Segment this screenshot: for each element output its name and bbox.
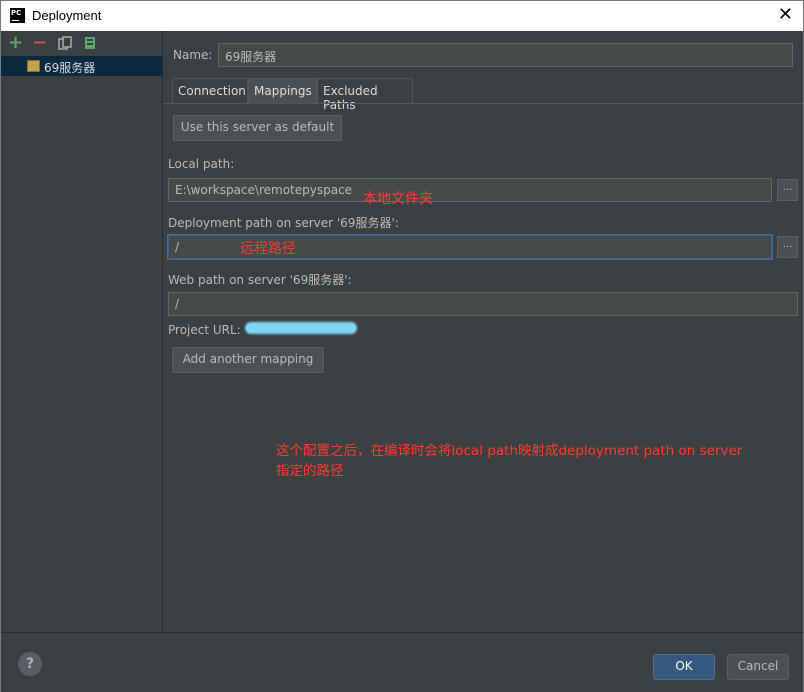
server-icon <box>27 60 40 72</box>
local-path-browse-button[interactable]: ... <box>777 179 798 201</box>
tab-mappings[interactable]: Mappings <box>248 78 317 103</box>
server-list-item-label: 69服务器 <box>44 61 96 75</box>
web-path-label: Web path on server '69服务器': <box>168 273 352 287</box>
tab-excluded-paths[interactable]: Excluded Paths <box>317 78 413 112</box>
cancel-button[interactable]: Cancel <box>727 654 789 680</box>
close-icon[interactable]: ✕ <box>778 5 793 25</box>
annotation-local-folder: 本地文件夹 <box>363 191 433 207</box>
name-field[interactable]: 69服务器 <box>218 43 793 67</box>
web-path-field[interactable]: / <box>168 292 798 316</box>
server-settings-icon[interactable] <box>83 36 97 50</box>
annotation-note-line2: 指定的路径 <box>276 463 344 479</box>
remove-icon[interactable]: − <box>32 34 47 52</box>
title-bar: PC Deployment ✕ <box>1 1 803 31</box>
use-as-default-button[interactable]: Use this server as default <box>173 115 342 141</box>
server-list-item[interactable]: 69服务器 <box>1 56 162 76</box>
redacted-url-mark <box>245 322 357 334</box>
local-path-label: Local path: <box>168 157 235 171</box>
name-label: Name: <box>173 48 213 62</box>
window-title: Deployment <box>32 8 102 23</box>
tab-panel-divider <box>163 103 803 104</box>
tab-connection[interactable]: Connection <box>172 78 248 103</box>
server-list-pane: + − 69服务器 <box>1 31 163 632</box>
deployment-path-label: Deployment path on server '69服务器': <box>168 216 399 230</box>
annotation-note-line1: 这个配置之后，在编译时会将local path映射成deployment pat… <box>276 443 743 459</box>
add-icon[interactable]: + <box>8 34 23 52</box>
ok-button[interactable]: OK <box>653 654 715 680</box>
help-icon[interactable]: ? <box>18 652 42 676</box>
pycharm-app-icon: PC <box>10 8 25 23</box>
copy-icon[interactable] <box>58 36 72 50</box>
project-url-label: Project URL: <box>168 323 241 337</box>
add-another-mapping-button[interactable]: Add another mapping <box>172 347 324 373</box>
dialog-footer: ? OK Cancel <box>1 632 803 692</box>
app-icon-text: PC <box>11 9 22 17</box>
deployment-path-browse-button[interactable]: ... <box>777 236 798 258</box>
annotation-remote-path: 远程路径 <box>240 241 296 257</box>
deployment-dialog: PC Deployment ✕ + − 69服务器 Name: 69服务器 Co… <box>0 0 804 692</box>
local-path-field[interactable]: E:\workspace\remotepyspace <box>168 178 772 202</box>
